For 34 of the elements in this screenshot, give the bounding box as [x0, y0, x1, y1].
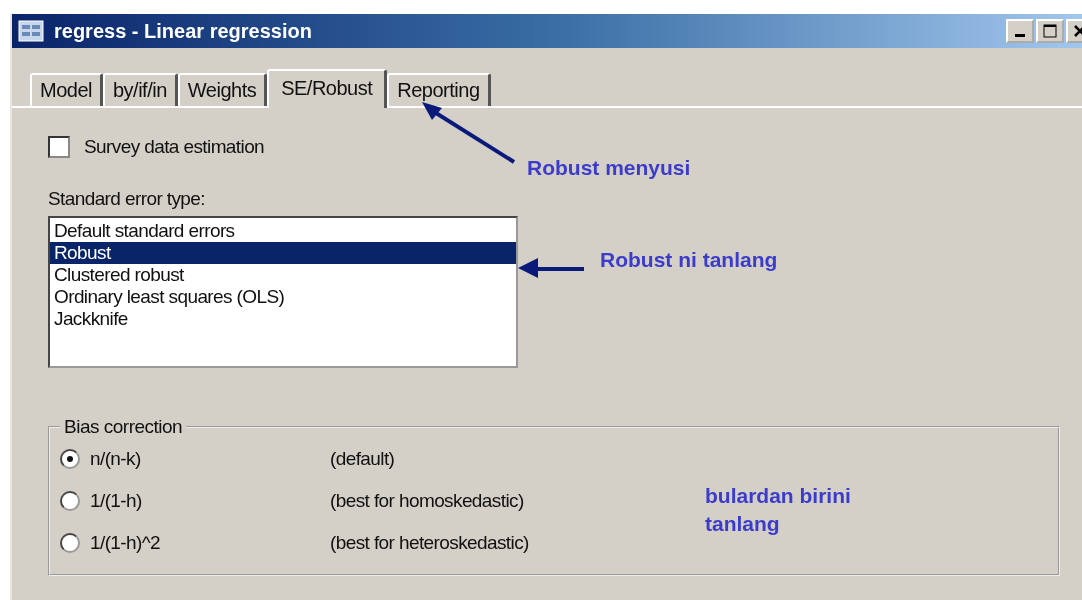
- minimize-button[interactable]: [1006, 19, 1034, 43]
- list-item[interactable]: Ordinary least squares (OLS): [50, 286, 516, 308]
- annotation: bulardan birini tanlang: [705, 483, 852, 537]
- tab[interactable]: Reporting: [387, 73, 491, 106]
- maximize-button[interactable]: [1036, 19, 1064, 43]
- option-note: (default): [330, 448, 395, 470]
- list-item[interactable]: Jackknife: [50, 308, 516, 330]
- radio-button[interactable]: [60, 533, 80, 553]
- radio-button[interactable]: [60, 449, 80, 469]
- app-icon: [18, 20, 44, 42]
- list-label: Standard error type:: [48, 188, 206, 210]
- option-note: (best for homoskedastic): [330, 490, 524, 512]
- checkbox-label: Survey data estimation: [84, 136, 265, 158]
- list-box[interactable]: Default standard errors Robust Clustered robust Ordinary least squares (OLS) Jackknife: [48, 216, 518, 368]
- tab[interactable]: Model: [30, 73, 103, 106]
- radio-label: n/(n-k): [90, 448, 142, 470]
- tab[interactable]: SE/Robust: [267, 69, 388, 108]
- minimize-icon: [1015, 33, 1025, 37]
- tab[interactable]: by/if/in: [103, 73, 178, 106]
- annotation: Robust ni tanlang: [600, 247, 779, 273]
- maximize-icon: [1043, 24, 1057, 38]
- radio-label: 1/(1-h): [90, 490, 143, 512]
- radio-button[interactable]: [60, 491, 80, 511]
- annotation: Robust menyusi: [527, 155, 692, 181]
- list-item[interactable]: Robust: [50, 242, 516, 264]
- arrow: [518, 256, 584, 280]
- list-item[interactable]: Default standard errors: [50, 220, 516, 242]
- checkbox[interactable]: [48, 136, 70, 158]
- window-title: regress - Linear regression: [54, 19, 312, 43]
- tab[interactable]: Weights: [177, 73, 268, 106]
- option-note: (best for heteroskedastic): [330, 532, 529, 554]
- group-title: Bias correction: [63, 416, 184, 438]
- radio-label: 1/(1-h)^2: [90, 532, 162, 554]
- list-item[interactable]: Clustered robust: [50, 264, 516, 286]
